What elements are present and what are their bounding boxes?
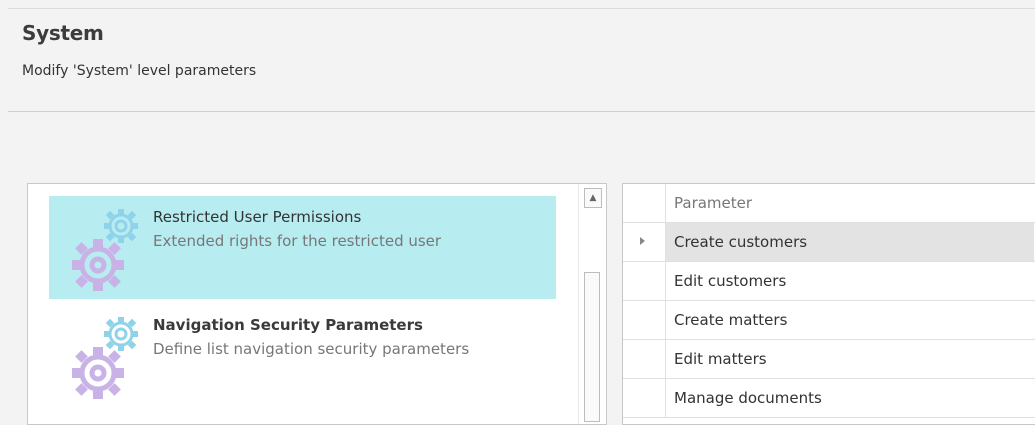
page-title: System — [22, 21, 104, 45]
table-cell-parameter[interactable]: Edit matters — [666, 340, 1034, 378]
gears-icon — [49, 196, 159, 299]
list-item-title: Restricted User Permissions — [153, 208, 362, 226]
current-row-arrow-icon — [640, 237, 645, 245]
table-row[interactable]: Edit customers — [623, 262, 1035, 301]
table-cell-parameter[interactable]: Manage documents — [666, 379, 1034, 417]
grid-header-row: Parameter — [623, 184, 1035, 223]
list-item-description: Extended rights for the restricted user — [153, 232, 442, 250]
row-indicator — [623, 223, 666, 261]
list-item-restricted-user-permissions[interactable]: Restricted User Permissions Extended rig… — [49, 196, 556, 299]
parameter-group-list[interactable]: Restricted User Permissions Extended rig… — [27, 183, 607, 425]
row-indicator — [623, 340, 666, 378]
table-cell-parameter[interactable]: Create customers — [666, 223, 1034, 261]
scrollbar-thumb[interactable] — [584, 272, 600, 422]
table-row[interactable]: Create matters — [623, 301, 1035, 340]
table-row[interactable]: Edit matters — [623, 340, 1035, 379]
page-subtitle: Modify 'System' level parameters — [22, 63, 257, 79]
row-indicator — [623, 379, 666, 417]
scroll-up-arrow-icon[interactable]: ▲ — [584, 188, 602, 208]
large-gear-icon — [72, 347, 124, 399]
large-gear-icon — [72, 239, 124, 291]
list-item-title: Navigation Security Parameters — [153, 316, 423, 334]
table-row[interactable]: Manage documents — [623, 379, 1035, 418]
page-header: System Modify 'System' level parameters — [8, 8, 1035, 112]
table-cell-parameter[interactable]: Edit customers — [666, 262, 1034, 300]
list-item-description: Define list navigation security paramete… — [153, 340, 470, 358]
row-indicator — [623, 301, 666, 339]
parameter-grid[interactable]: Parameter Create customers Edit customer… — [622, 183, 1035, 425]
row-indicator-header — [623, 184, 666, 222]
row-indicator — [623, 262, 666, 300]
column-header-parameter[interactable]: Parameter — [666, 184, 1034, 222]
table-cell-parameter[interactable]: Create matters — [666, 301, 1034, 339]
vertical-scrollbar[interactable]: ▲ — [578, 184, 606, 424]
list-item-navigation-security-parameters[interactable]: Navigation Security Parameters Define li… — [49, 304, 556, 407]
gears-icon — [49, 304, 159, 407]
table-row[interactable]: Create customers — [623, 223, 1035, 262]
